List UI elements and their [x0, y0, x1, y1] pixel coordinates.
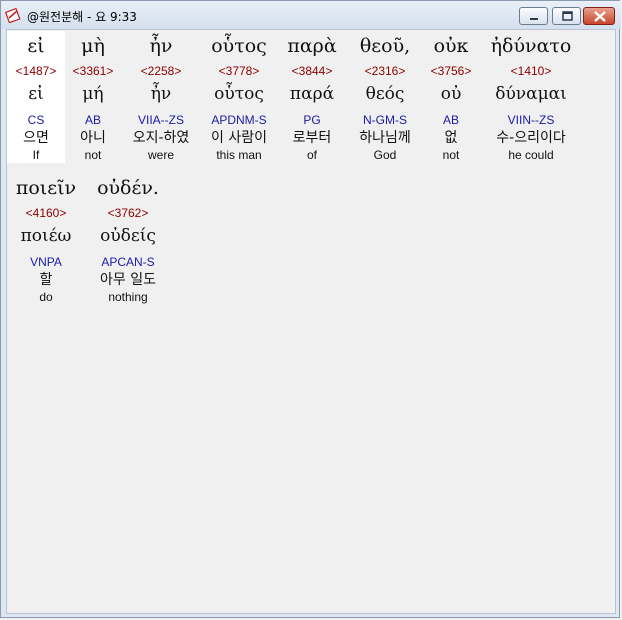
english-gloss: this man [216, 148, 262, 162]
minimize-icon [530, 18, 538, 20]
parse-code: N-GM-S [363, 113, 407, 127]
greek-text: ἦν [149, 35, 173, 57]
lemma-text: ἦν [150, 84, 172, 104]
lemma-text: οὐδείς [100, 226, 156, 246]
analysis-panel: εἰ <1487> εἰ CS 으면 If μὴ <3361> μή AB 아니… [6, 29, 616, 614]
korean-gloss: 이 사람이 [211, 130, 267, 146]
strong-number[interactable]: <3762> [85, 203, 171, 223]
greek-text: εἰ [27, 35, 45, 57]
lemma-text: οὗτος [214, 84, 264, 104]
maximize-button[interactable] [552, 7, 581, 25]
maximize-icon [562, 11, 573, 21]
parse-code: APCAN-S [101, 255, 155, 269]
strong-number[interactable]: <1487> [7, 61, 65, 81]
word-block[interactable]: οὐκ <3756> οὐ AB 없 not [423, 31, 479, 163]
app-icon[interactable] [4, 7, 21, 24]
korean-gloss: 아무 일도 [100, 272, 156, 288]
english-gloss: nothing [108, 290, 148, 304]
strong-number[interactable]: <3756> [423, 61, 479, 81]
greek-text: οὐδέν. [97, 177, 159, 199]
greek-text: παρὰ [287, 35, 337, 57]
greek-text: ποιεῖν [15, 177, 77, 199]
parse-code: VIIA--ZS [137, 113, 184, 127]
strong-number[interactable]: <2316> [347, 61, 423, 81]
strong-number[interactable]: <1410> [479, 61, 583, 81]
korean-gloss: 오지-하였 [132, 130, 190, 146]
english-gloss: of [306, 148, 317, 162]
word-block[interactable]: μὴ <3361> μή AB 아니 not [65, 31, 121, 163]
lemma-text: μή [82, 84, 104, 104]
parse-code: VIIN--ZS [507, 113, 555, 127]
parse-code: AB [442, 113, 459, 127]
parse-code: AB [84, 113, 101, 127]
strong-number[interactable]: <4160> [7, 203, 85, 223]
english-gloss: God [373, 148, 397, 162]
strong-number[interactable]: <3844> [277, 61, 347, 81]
strong-number[interactable]: <3778> [201, 61, 277, 81]
word-block[interactable]: παρὰ <3844> παρά PG 로부터 of [277, 31, 347, 163]
lemma-text: ποιέω [20, 226, 72, 246]
parse-code: PG [303, 113, 321, 127]
greek-text: μὴ [81, 35, 105, 57]
lemma-text: εἰ [28, 84, 44, 104]
lemma-text: οὐ [440, 84, 462, 104]
word-block[interactable]: ποιεῖν <4160> ποιέω VNPA 할 do [7, 173, 85, 305]
korean-gloss: 로부터 [292, 130, 332, 146]
word-block[interactable]: οὐδέν. <3762> οὐδείς APCAN-S 아무 일도 nothi… [85, 173, 171, 305]
word-block[interactable]: ἦν <2258> ἦν VIIA--ZS 오지-하였 were [121, 31, 201, 163]
english-gloss: not [442, 148, 460, 162]
word-block[interactable]: εἰ <1487> εἰ CS 으면 If [7, 31, 65, 163]
greek-text: οὗτος [211, 35, 267, 57]
english-gloss: If [32, 148, 40, 162]
lemma-text: θεός [365, 84, 405, 104]
greek-text: ἠδύνατο [490, 35, 572, 57]
close-icon [594, 11, 606, 22]
window-title: @원전분해 - 요 9:33 [27, 10, 137, 24]
title-bar[interactable]: @원전분해 - 요 9:33 [1, 1, 621, 29]
korean-gloss: 수-으리이다 [496, 130, 566, 146]
lemma-text: παρά [289, 84, 335, 104]
lemma-text: δύναμαι [495, 84, 567, 104]
word-block[interactable]: θεοῦ, <2316> θεός N-GM-S 하나님께 God [347, 31, 423, 163]
korean-gloss: 으면 [23, 130, 49, 146]
close-button[interactable] [583, 7, 615, 25]
strong-number[interactable]: <2258> [121, 61, 201, 81]
english-gloss: he could [508, 148, 554, 162]
english-gloss: not [84, 148, 102, 162]
greek-text: θεοῦ, [359, 35, 411, 57]
korean-gloss: 하나님께 [359, 130, 411, 146]
parse-code: APDNM-S [211, 113, 267, 127]
korean-gloss: 없 [444, 130, 458, 146]
main-window: @원전분해 - 요 9:33 εἰ <1487> εἰ CS 으면 If μὴ … [0, 0, 621, 618]
word-block[interactable]: οὗτος <3778> οὗτος APDNM-S 이 사람이 this ma… [201, 31, 277, 163]
greek-text: οὐκ [433, 35, 469, 57]
strong-number[interactable]: <3361> [65, 61, 121, 81]
english-gloss: were [147, 148, 174, 162]
word-block[interactable]: ἠδύνατο <1410> δύναμαι VIIN--ZS 수-으리이다 h… [479, 31, 583, 163]
english-gloss: do [39, 290, 53, 304]
parse-code: VNPA [30, 255, 62, 269]
korean-gloss: 아니 [80, 130, 106, 146]
minimize-button[interactable] [519, 7, 548, 25]
parse-code: CS [27, 113, 45, 127]
korean-gloss: 할 [39, 272, 53, 288]
